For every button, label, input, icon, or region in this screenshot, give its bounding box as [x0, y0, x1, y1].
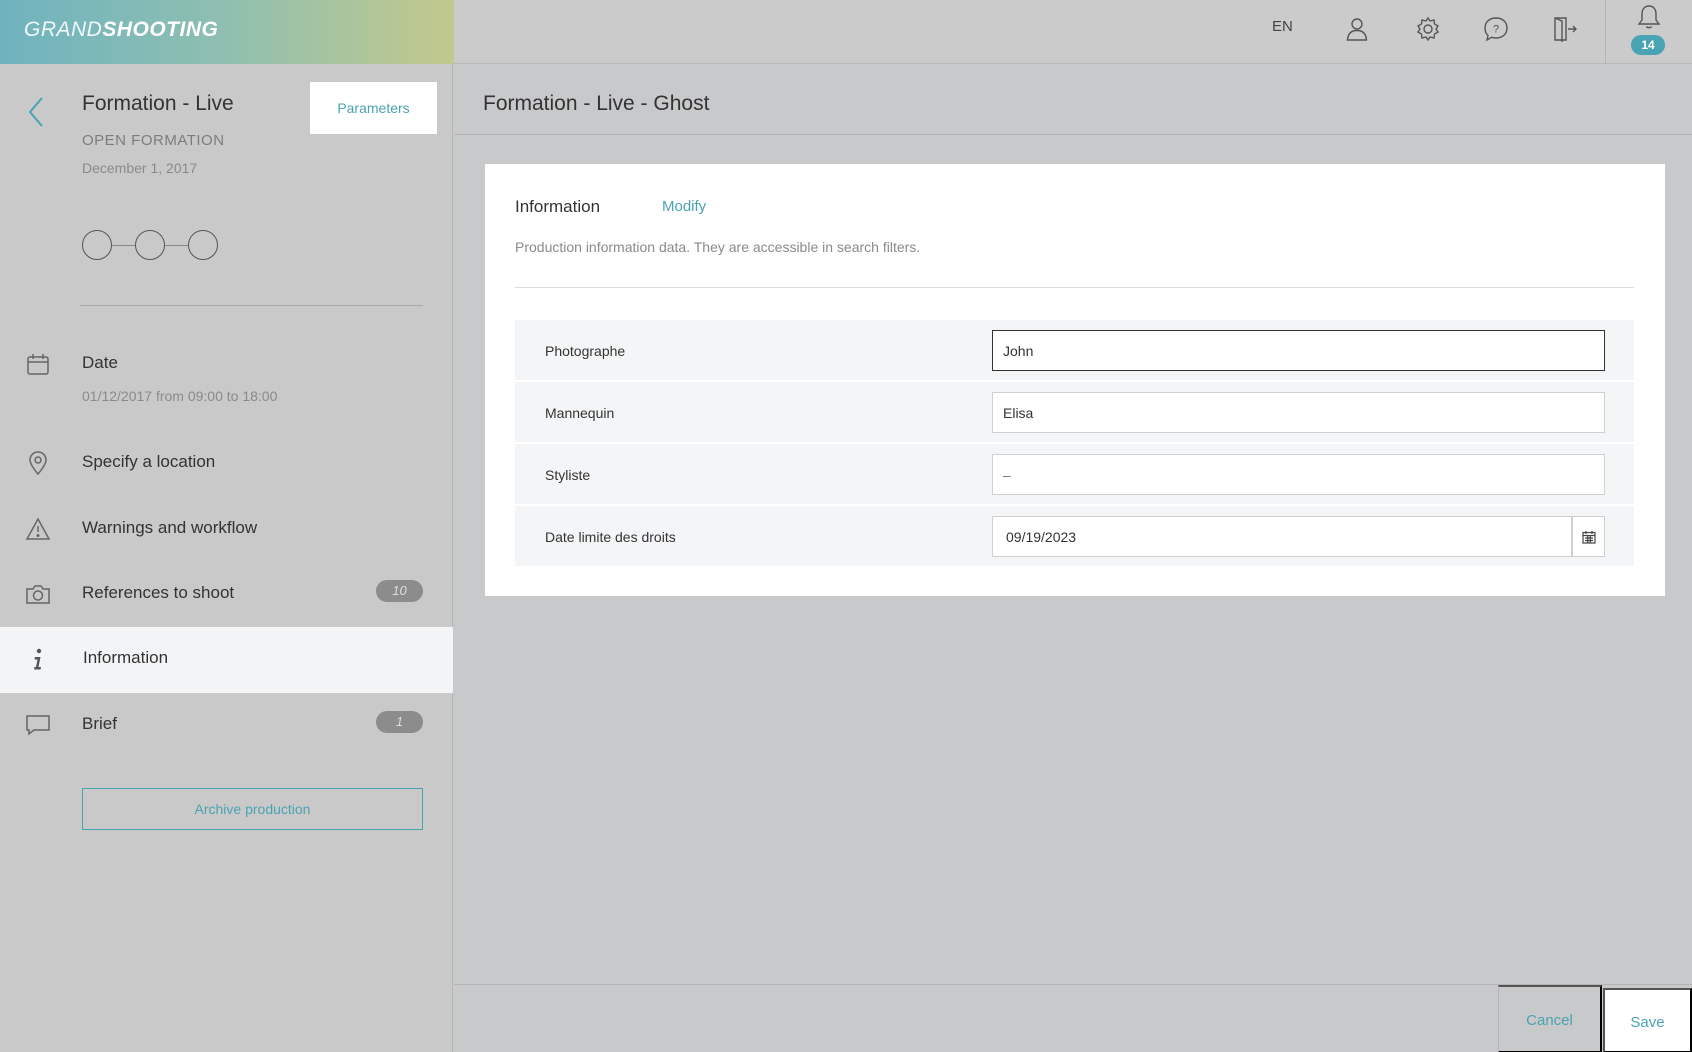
- step-connector: [112, 244, 135, 246]
- calendar-picker-icon[interactable]: [1572, 516, 1605, 557]
- sidebar-item-location[interactable]: Specify a location: [0, 431, 453, 495]
- step-connector: [165, 244, 188, 246]
- sidebar-divider: [80, 305, 423, 306]
- workflow-steps: [82, 230, 218, 260]
- sidebar-item-brief[interactable]: Brief 1: [0, 693, 453, 757]
- field-label: Mannequin: [545, 405, 615, 421]
- field-label: Styliste: [545, 467, 591, 483]
- mannequin-input[interactable]: [992, 392, 1605, 433]
- card-divider: [515, 287, 1634, 288]
- photographe-input[interactable]: [992, 330, 1605, 371]
- bell-icon[interactable]: [1637, 4, 1661, 35]
- warning-icon: [24, 515, 52, 543]
- date-limite-input[interactable]: [992, 516, 1572, 557]
- camera-icon: [24, 580, 52, 608]
- sidebar-item-label: Date: [82, 353, 118, 372]
- production-title: Formation - Live: [82, 92, 234, 115]
- logout-icon[interactable]: [1548, 12, 1582, 46]
- card-description: Production information data. They are ac…: [515, 239, 921, 255]
- cancel-button[interactable]: Cancel: [1498, 985, 1602, 1052]
- svg-text:?: ?: [1493, 24, 1499, 36]
- gear-icon[interactable]: [1411, 12, 1445, 46]
- top-bar: GRANDSHOOTING EN ? 14: [0, 0, 1692, 64]
- workflow-step[interactable]: [82, 230, 112, 260]
- field-row-mannequin: Mannequin: [515, 382, 1634, 442]
- calendar-icon: [24, 350, 52, 378]
- sidebar-item-label: Warnings and workflow: [82, 518, 258, 537]
- field-label: Date limite des droits: [545, 529, 676, 545]
- sidebar-item-references[interactable]: References to shoot 10: [0, 562, 453, 626]
- sidebar-item-label: Brief: [82, 714, 117, 733]
- sidebar-item-warnings[interactable]: Warnings and workflow: [0, 497, 453, 561]
- production-date: December 1, 2017: [82, 160, 198, 176]
- logo[interactable]: GRANDSHOOTING: [0, 0, 454, 64]
- save-button[interactable]: Save: [1603, 988, 1692, 1052]
- sidebar-item-date[interactable]: Date 01/12/2017 from 09:00 to 18:00: [0, 332, 453, 422]
- information-card: Information Modify Production informatio…: [485, 164, 1665, 596]
- production-subtitle: OPEN FORMATION: [82, 132, 225, 149]
- main-header: Formation - Live - Ghost: [454, 64, 1692, 135]
- sidebar-item-label: Specify a location: [82, 452, 216, 471]
- field-row-date-limite: Date limite des droits: [515, 506, 1634, 566]
- references-count-badge: 10: [376, 580, 423, 602]
- parameters-button[interactable]: Parameters: [310, 82, 437, 134]
- page-title: Formation - Live - Ghost: [483, 92, 710, 115]
- back-arrow-icon[interactable]: [24, 94, 50, 130]
- info-icon: [24, 646, 52, 674]
- modify-link[interactable]: Modify: [662, 198, 706, 215]
- sidebar: Formation - Live OPEN FORMATION December…: [0, 64, 453, 1052]
- workflow-step[interactable]: [188, 230, 218, 260]
- sidebar-item-label: Information: [83, 648, 169, 667]
- styliste-input[interactable]: [992, 454, 1605, 495]
- sidebar-item-information[interactable]: Information: [0, 627, 453, 693]
- logo-text-thin: GRAND: [24, 18, 103, 41]
- help-icon[interactable]: ?: [1479, 12, 1513, 46]
- sidebar-item-label: References to shoot: [82, 583, 235, 602]
- brief-count-badge: 1: [376, 711, 423, 733]
- field-row-photographe: Photographe: [515, 320, 1634, 380]
- logo-text-bold: SHOOTING: [102, 18, 219, 41]
- footer-bar: Cancel Save: [454, 984, 1692, 1052]
- field-row-styliste: Styliste: [515, 444, 1634, 504]
- comment-icon: [24, 711, 52, 739]
- field-label: Photographe: [545, 343, 626, 359]
- notifications-badge: 14: [1631, 35, 1665, 55]
- workflow-step[interactable]: [135, 230, 165, 260]
- language-selector[interactable]: EN: [1272, 18, 1293, 35]
- user-icon[interactable]: [1340, 12, 1374, 46]
- archive-production-button[interactable]: Archive production: [82, 788, 423, 830]
- location-pin-icon: [24, 449, 52, 477]
- card-title: Information: [515, 197, 601, 216]
- sidebar-item-sublabel: 01/12/2017 from 09:00 to 18:00: [82, 388, 278, 404]
